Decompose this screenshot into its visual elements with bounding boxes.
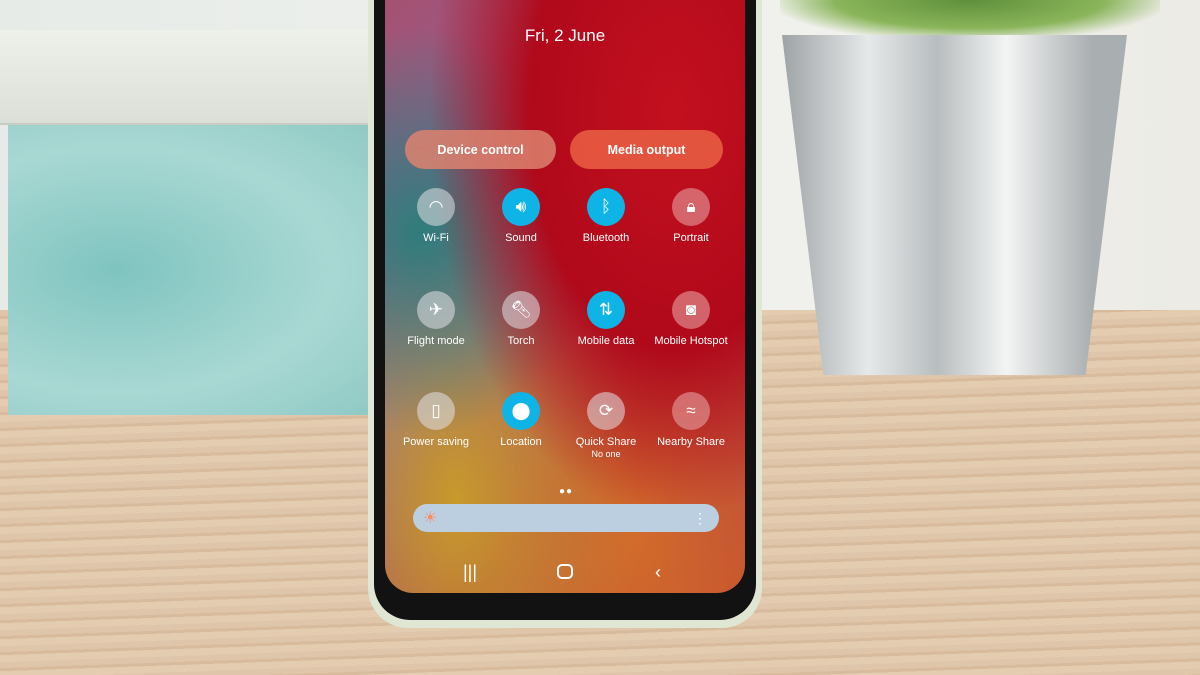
tile-label: Nearby Share — [657, 436, 725, 448]
tile-torch[interactable]: 🔦︎ Torch — [479, 291, 563, 347]
tile-label: Portrait — [673, 232, 709, 244]
page-indicator: ●● — [559, 486, 574, 497]
tile-sublabel: No one — [591, 449, 621, 459]
tile-sound[interactable]: 🔊︎ Sound — [479, 188, 563, 244]
media-output-button[interactable]: Media output — [570, 130, 723, 169]
brightness-slider[interactable]: ☀ ⋮ — [413, 504, 719, 532]
mobile-data-icon: ⇅ — [587, 291, 625, 329]
tile-power-saving[interactable]: ▯ Power saving — [394, 392, 478, 448]
sun-icon: ☀ — [423, 510, 438, 527]
tile-mobile-data[interactable]: ⇅ Mobile data — [564, 291, 648, 347]
tile-label: Torch — [507, 335, 535, 347]
quick-share-icon: ⟳ — [587, 392, 625, 430]
tile-label: Location — [500, 436, 542, 448]
device-control-button[interactable]: Device control — [405, 130, 556, 169]
portrait-lock-icon: 🔒︎ — [672, 188, 710, 226]
recent-apps-button[interactable]: ||| — [463, 562, 477, 583]
tile-label: Power saving — [402, 436, 470, 448]
hotspot-icon: ◙ — [672, 291, 710, 329]
tile-label: Mobile Hotspot — [654, 335, 728, 347]
nearby-share-icon: ≈ — [672, 392, 710, 430]
torch-icon: 🔦︎ — [502, 291, 540, 329]
tile-label: Bluetooth — [582, 232, 630, 244]
tile-location[interactable]: ⬤ Location — [479, 392, 563, 448]
tile-label: Quick Share — [575, 436, 637, 448]
wifi-icon: ◠ — [417, 188, 455, 226]
tile-label: Wi-Fi — [423, 232, 449, 244]
quick-settings-panel: Fri, 2 June Device control Media output … — [385, 0, 745, 593]
metal-pot — [782, 35, 1127, 375]
location-icon: ⬤ — [502, 392, 540, 430]
tile-label: Flight mode — [407, 335, 465, 347]
tile-portrait[interactable]: 🔒︎ Portrait — [649, 188, 733, 244]
home-button[interactable] — [557, 564, 573, 579]
more-options-icon[interactable]: ⋮ — [693, 510, 707, 527]
tile-wi-fi[interactable]: ◠ Wi-Fi — [394, 188, 478, 244]
tile-nearby-share[interactable]: ≈ Nearby Share — [649, 392, 733, 448]
tile-quick-share[interactable]: ⟳ Quick Share No one — [564, 392, 648, 460]
tile-label: Sound — [505, 232, 537, 244]
teal-box — [0, 30, 372, 415]
bluetooth-icon: ᛒ — [587, 188, 625, 226]
tile-label: Mobile data — [577, 335, 635, 347]
airplane-icon: ✈ — [417, 291, 455, 329]
back-button[interactable]: ‹ — [655, 562, 661, 583]
tile-mobile-hotspot[interactable]: ◙ Mobile Hotspot — [649, 291, 733, 347]
sound-icon: 🔊︎ — [502, 188, 540, 226]
power-saving-icon: ▯ — [417, 392, 455, 430]
date-label: Fri, 2 June — [524, 26, 606, 45]
tile-bluetooth[interactable]: ᛒ Bluetooth — [564, 188, 648, 244]
tile-flight-mode[interactable]: ✈ Flight mode — [394, 291, 478, 347]
plant — [780, 0, 1160, 40]
